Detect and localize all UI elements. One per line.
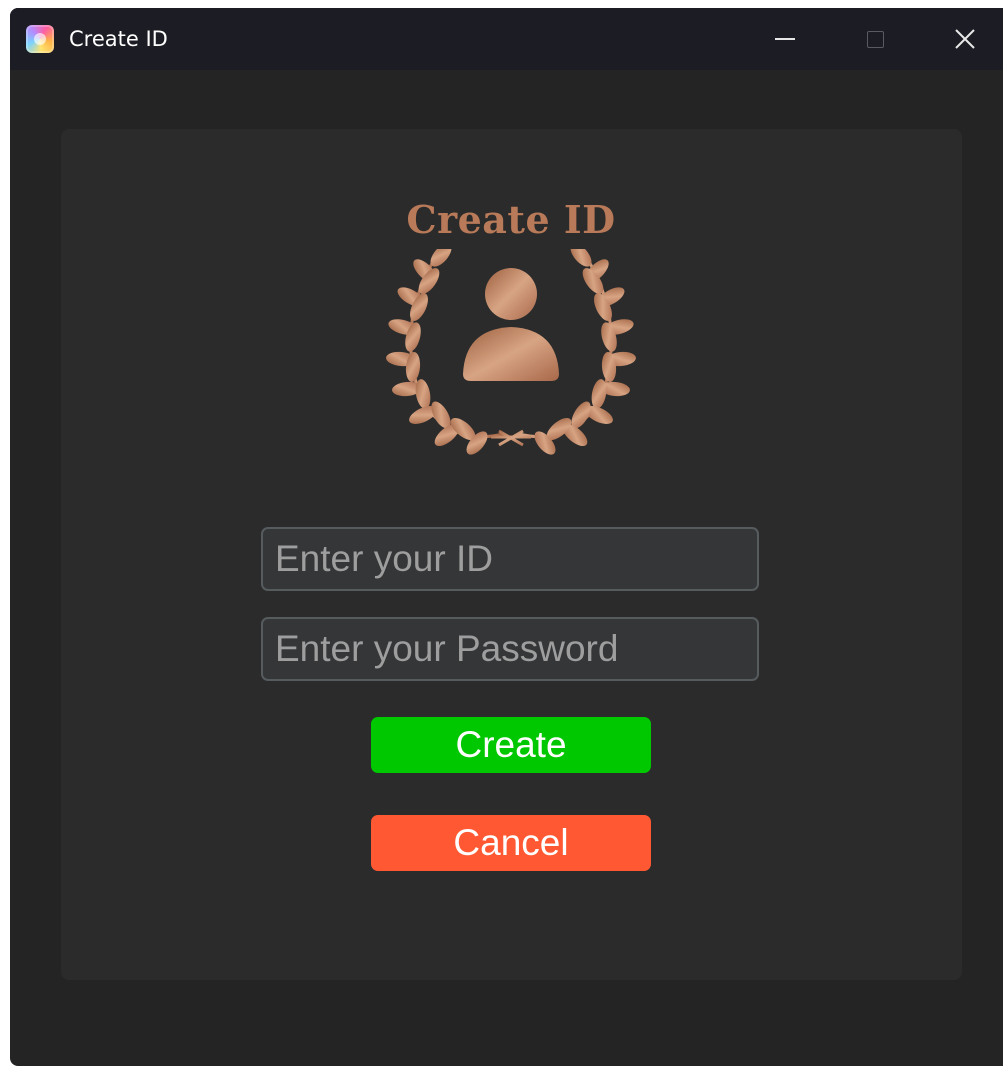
id-input[interactable] xyxy=(261,527,759,591)
create-id-logo: Create ID xyxy=(381,189,641,459)
create-button[interactable]: Create xyxy=(371,717,651,773)
minimize-icon xyxy=(775,38,795,40)
maximize-icon xyxy=(866,30,884,48)
logo-text: Create ID xyxy=(406,197,616,242)
window-title: Create ID xyxy=(69,27,168,51)
user-laurel-icon xyxy=(386,249,636,455)
app-icon xyxy=(26,25,54,53)
create-id-window: Create ID Create ID Enter your ID Create… xyxy=(10,8,1003,1066)
minimize-button[interactable] xyxy=(750,8,820,70)
close-button[interactable] xyxy=(930,8,1000,70)
cancel-button[interactable]: Cancel xyxy=(371,815,651,871)
title-bar[interactable]: Create ID xyxy=(10,8,1003,70)
maximize-button[interactable] xyxy=(840,8,910,70)
form-panel: Create ID Enter your ID Create Cancel xyxy=(61,129,962,980)
password-input[interactable] xyxy=(261,617,759,681)
close-icon xyxy=(955,29,975,49)
